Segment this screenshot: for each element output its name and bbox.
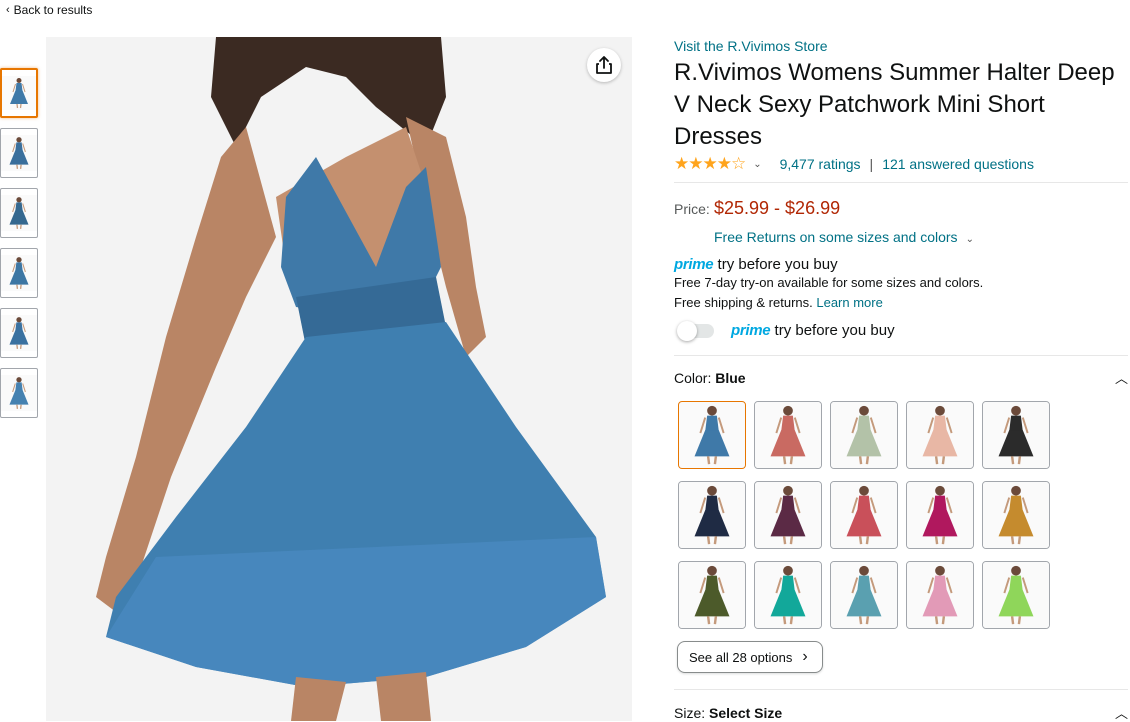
color-swatch[interactable]	[906, 401, 974, 469]
color-swatch[interactable]	[830, 561, 898, 629]
color-swatch[interactable]	[906, 561, 974, 629]
size-section-header[interactable]: Size: Select Size ︿	[674, 703, 1130, 722]
prime-shipping-text: Free shipping & returns.	[674, 295, 813, 310]
free-returns-link[interactable]: Free Returns on some sizes and colors ⌄	[714, 229, 1130, 245]
color-swatch[interactable]	[982, 481, 1050, 549]
divider	[674, 689, 1128, 690]
share-button[interactable]	[587, 48, 621, 82]
star-rating-icon[interactable]: ★★★★☆	[674, 154, 746, 174]
main-product-image[interactable]	[46, 37, 632, 721]
separator: |	[869, 156, 874, 172]
color-label: Color:	[674, 369, 712, 386]
color-swatch[interactable]	[754, 401, 822, 469]
dress-icon	[907, 402, 973, 468]
thumbnail-image[interactable]	[0, 188, 38, 238]
see-all-options-button[interactable]: See all 28 options ›	[677, 641, 823, 673]
prime-toggle-switch[interactable]	[677, 320, 714, 341]
divider	[674, 355, 1128, 356]
free-returns-label: Free Returns on some sizes and colors	[714, 229, 958, 245]
learn-more-link[interactable]: Learn more	[816, 295, 882, 310]
color-swatch[interactable]	[678, 401, 746, 469]
thumbnail-image[interactable]	[0, 308, 38, 358]
prime-toggle-row: prime try before you buy	[674, 320, 1130, 341]
prime-line-1: Free 7-day try-on available for some siz…	[674, 275, 984, 290]
chevron-right-icon: ›	[802, 648, 808, 665]
see-all-label: See all 28 options	[689, 649, 793, 665]
store-link[interactable]: Visit the R.Vivimos Store	[674, 38, 1130, 54]
prime-head-text: try before you buy	[717, 256, 838, 273]
thumbnail-image[interactable]	[0, 248, 38, 298]
dress-icon	[907, 482, 973, 548]
product-details: Visit the R.Vivimos Store R.Vivimos Wome…	[674, 37, 1130, 722]
thumbnail-image[interactable]	[0, 68, 38, 118]
dress-icon	[679, 482, 745, 548]
color-swatch[interactable]	[830, 481, 898, 549]
chevron-up-icon[interactable]: ︿	[1115, 703, 1128, 722]
dress-icon	[983, 482, 1049, 548]
chevron-up-icon[interactable]: ︿	[1115, 368, 1128, 387]
dress-icon	[1, 255, 37, 291]
thumbnail-image[interactable]	[0, 128, 38, 178]
color-swatch[interactable]	[830, 401, 898, 469]
dress-icon	[1, 315, 37, 351]
back-to-results-label: Back to results	[13, 3, 93, 17]
dress-icon	[755, 562, 821, 628]
divider	[674, 182, 1128, 183]
dress-photo	[96, 37, 606, 721]
dress-icon	[831, 482, 897, 548]
dress-icon	[983, 562, 1049, 628]
dress-icon	[679, 402, 745, 468]
price-row: Price: $25.99 - $26.99	[674, 198, 1130, 219]
rating-row: ★★★★☆ ⌄ 9,477 ratings | 121 answered que…	[674, 154, 1130, 174]
dress-icon	[907, 562, 973, 628]
dress-icon	[1, 135, 37, 171]
dress-icon	[983, 402, 1049, 468]
dress-icon	[831, 562, 897, 628]
dress-icon	[831, 402, 897, 468]
dress-icon	[755, 402, 821, 468]
color-swatch-grid	[678, 401, 1130, 629]
color-swatch[interactable]	[754, 481, 822, 549]
chevron-down-icon: ⌄	[965, 234, 974, 245]
color-swatch[interactable]	[906, 481, 974, 549]
price-label: Price:	[674, 201, 710, 217]
ratings-link[interactable]: 9,477 ratings	[780, 156, 861, 172]
dress-icon	[2, 76, 36, 110]
chevron-left-icon: ‹	[6, 4, 10, 16]
thumbnail-image[interactable]	[0, 368, 38, 418]
dress-icon	[755, 482, 821, 548]
color-swatch[interactable]	[754, 561, 822, 629]
color-swatch[interactable]	[982, 401, 1050, 469]
share-icon	[596, 56, 612, 74]
color-swatch[interactable]	[678, 561, 746, 629]
back-to-results-link[interactable]: ‹ Back to results	[6, 3, 92, 17]
dress-icon	[1, 375, 37, 411]
chevron-down-icon[interactable]: ⌄	[753, 159, 761, 170]
color-swatch[interactable]	[678, 481, 746, 549]
size-label: Size:	[674, 704, 706, 721]
dress-icon	[1, 195, 37, 231]
prime-line-2: Free shipping & returns. Learn more	[674, 293, 1130, 313]
prime-logo: prime	[674, 256, 714, 273]
price-value: $25.99 - $26.99	[714, 198, 841, 218]
prime-toggle-text: try before you buy	[774, 322, 895, 339]
color-section-header[interactable]: Color: Blue ︿	[674, 368, 1130, 387]
selected-color: Blue	[715, 369, 746, 386]
product-title: R.Vivimos Womens Summer Halter Deep V Ne…	[674, 59, 1115, 150]
prime-try-before-you-buy: prime try before you buy	[674, 256, 1130, 273]
thumbnail-strip	[0, 68, 42, 428]
answered-questions-link[interactable]: 121 answered questions	[882, 156, 1034, 172]
color-swatch[interactable]	[982, 561, 1050, 629]
dress-icon	[679, 562, 745, 628]
selected-size: Select Size	[709, 704, 783, 721]
prime-logo: prime	[731, 322, 771, 339]
